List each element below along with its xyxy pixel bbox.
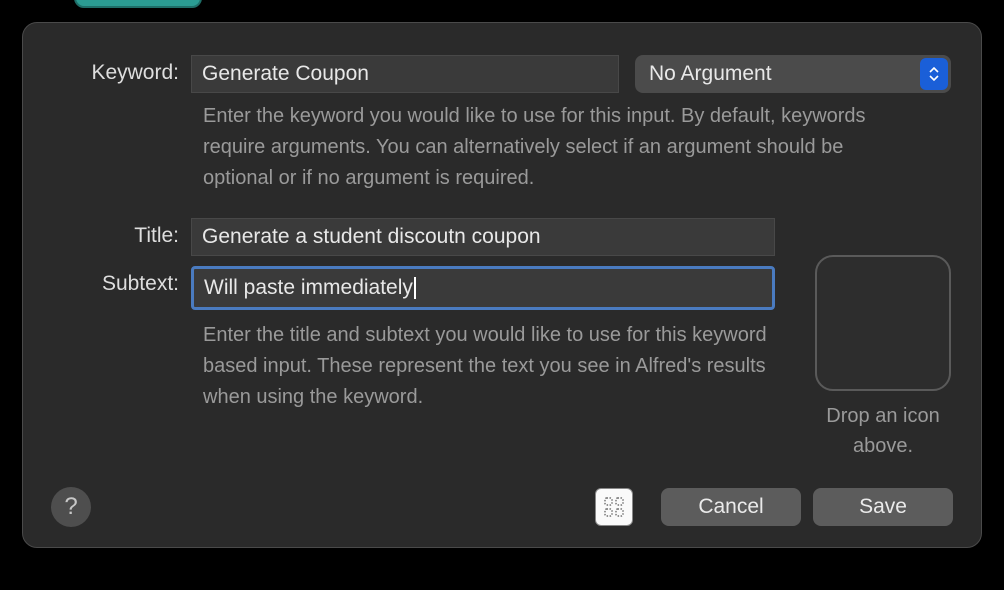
keyword-row: Keyword: No Argument bbox=[51, 55, 953, 93]
save-button[interactable]: Save bbox=[813, 488, 953, 526]
workflow-node-fragment bbox=[74, 0, 202, 8]
dialog-footer: ? Cancel Save bbox=[51, 487, 953, 527]
subtext-input[interactable]: Will paste immediately bbox=[191, 266, 775, 310]
icon-drop-label: Drop an icon above. bbox=[815, 401, 951, 461]
chevron-up-down-icon bbox=[920, 58, 948, 90]
keyword-input[interactable] bbox=[191, 55, 619, 93]
subtext-help-text: Enter the title and subtext you would li… bbox=[203, 320, 793, 413]
title-input[interactable] bbox=[191, 218, 775, 256]
keyword-config-dialog: Keyword: No Argument Enter the keyword y… bbox=[22, 22, 982, 548]
title-row: Title: bbox=[51, 218, 953, 256]
title-label: Title: bbox=[51, 218, 191, 248]
keyword-help-text: Enter the keyword you would like to use … bbox=[203, 101, 903, 194]
question-mark-icon: ? bbox=[64, 493, 77, 521]
subtext-label: Subtext: bbox=[51, 266, 191, 296]
argument-select[interactable]: No Argument bbox=[635, 55, 951, 93]
grid-view-button[interactable] bbox=[595, 488, 633, 526]
subtext-value: Will paste immediately bbox=[204, 276, 413, 300]
text-cursor bbox=[414, 277, 416, 299]
argument-selected-label: No Argument bbox=[649, 62, 772, 86]
icon-drop-well[interactable] bbox=[815, 255, 951, 391]
cancel-button[interactable]: Cancel bbox=[661, 488, 801, 526]
keyword-label: Keyword: bbox=[51, 55, 191, 85]
grid-icon bbox=[603, 496, 625, 518]
help-button[interactable]: ? bbox=[51, 487, 91, 527]
